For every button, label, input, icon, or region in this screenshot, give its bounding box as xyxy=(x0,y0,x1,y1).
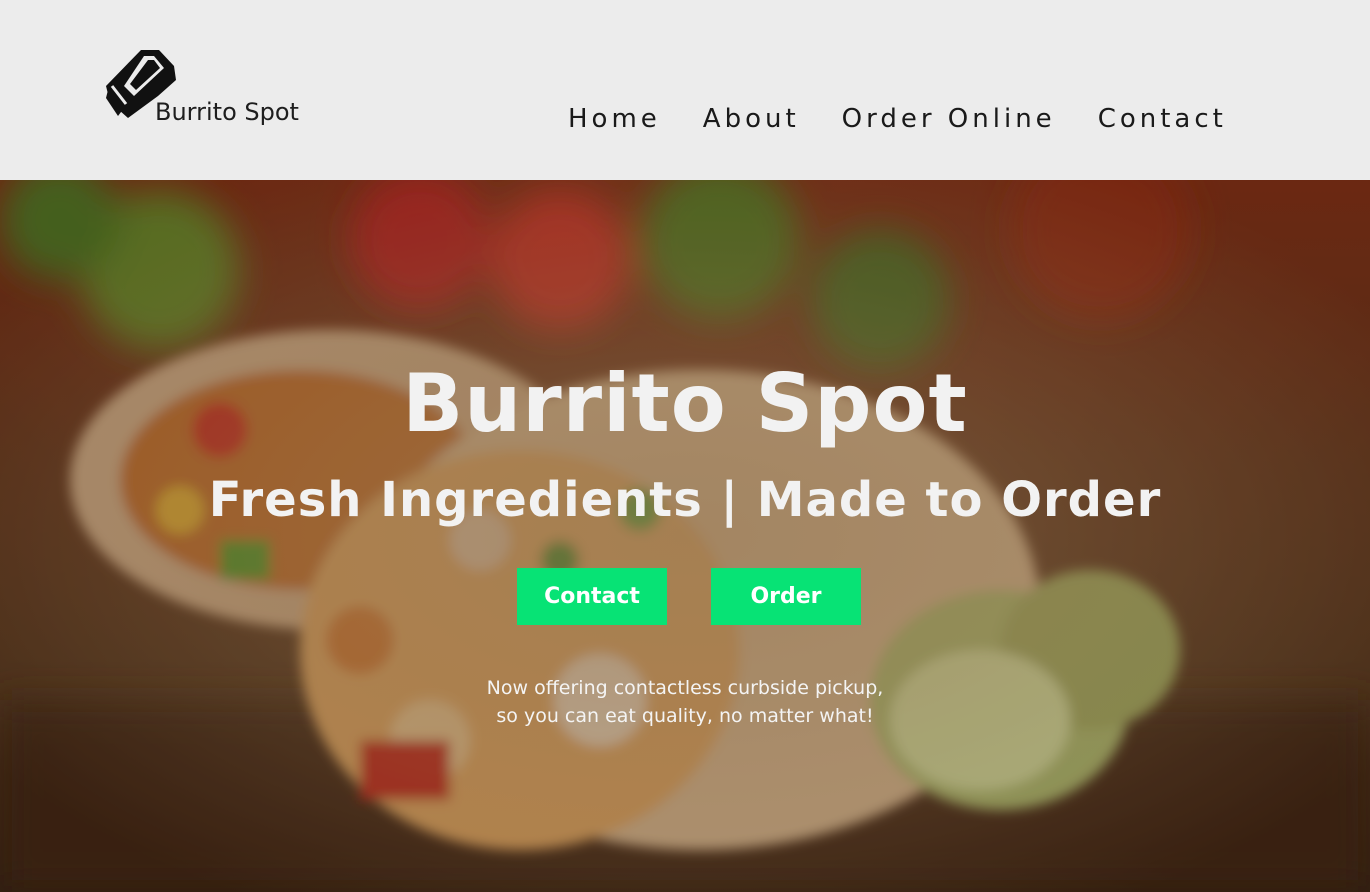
nav-order-online[interactable]: Order Online xyxy=(842,101,1056,137)
pickup-note-line-1: Now offering contactless curbside pickup… xyxy=(486,677,884,699)
order-button[interactable]: Order xyxy=(711,568,861,625)
site-header: Burrito Spot Home About Order Online Con… xyxy=(0,0,1370,180)
main-nav: Home About Order Online Contact xyxy=(568,101,1227,137)
nav-contact[interactable]: Contact xyxy=(1098,101,1227,137)
nav-about[interactable]: About xyxy=(703,101,800,137)
hero-overlay xyxy=(0,180,1370,892)
pickup-note: Now offering contactless curbside pickup… xyxy=(0,674,1370,730)
nav-home[interactable]: Home xyxy=(568,101,661,137)
logo-text: Burrito Spot xyxy=(155,98,299,126)
hero-title: Burrito Spot xyxy=(402,357,968,450)
pickup-note-line-2: so you can eat quality, no matter what! xyxy=(496,705,874,727)
contact-button[interactable]: Contact xyxy=(517,568,667,625)
hero-subtitle: Fresh Ingredients | Made to Order xyxy=(208,472,1162,528)
hero-section: Burrito Spot Fresh Ingredients | Made to… xyxy=(0,180,1370,892)
brand-logo[interactable]: Burrito Spot xyxy=(104,46,324,130)
